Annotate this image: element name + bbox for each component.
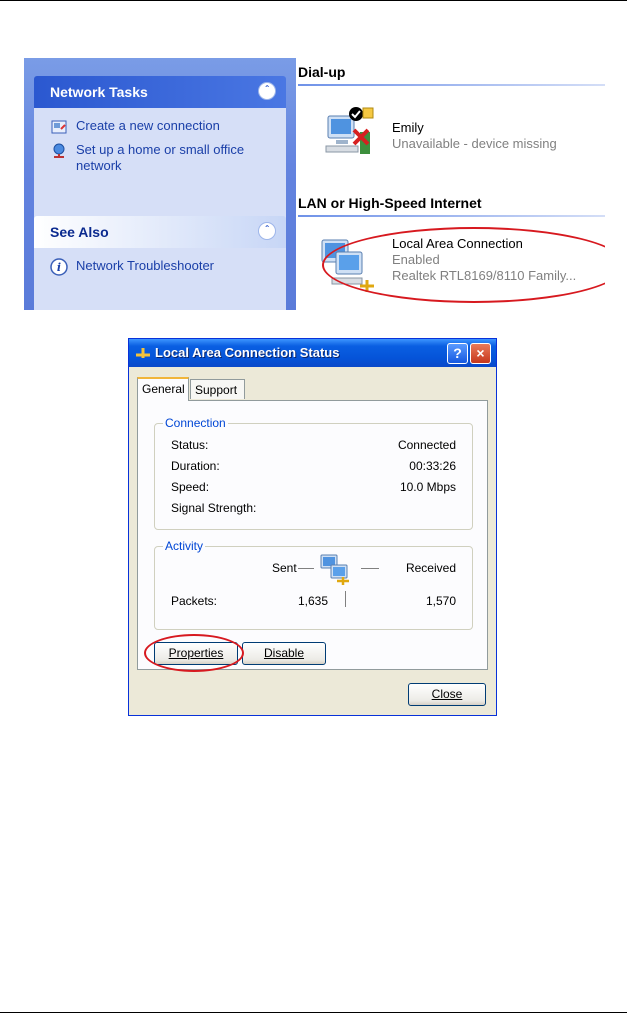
network-tasks-box: Network Tasks ˆ Create a new connection … <box>34 76 286 226</box>
see-also-title: See Also <box>50 224 109 240</box>
packets-label: Packets: <box>171 594 218 608</box>
speed-row: Speed: 10.0 Mbps <box>171 480 456 494</box>
page-top-rule <box>0 0 627 1</box>
collapse-chevron-icon[interactable]: ˆ <box>258 222 276 240</box>
dialog-title: Local Area Connection Status <box>155 345 340 360</box>
dialup-connection-name: Emily <box>392 120 424 135</box>
connection-legend: Connection <box>163 416 228 430</box>
network-tasks-header[interactable]: Network Tasks ˆ <box>34 76 286 108</box>
create-connection-label: Create a new connection <box>76 118 220 133</box>
dialup-connection-emily[interactable]: Emily Unavailable - device missing <box>312 98 605 168</box>
speed-label: Speed: <box>171 480 210 494</box>
properties-highlight-ellipse <box>144 634 244 672</box>
dialup-group-label: Dial-up <box>298 64 346 80</box>
connection-status-dialog: Local Area Connection Status ? × General… <box>128 338 497 716</box>
disable-button[interactable]: Disable <box>242 642 326 665</box>
highlight-ellipse <box>322 227 605 303</box>
see-also-header[interactable]: See Also ˆ <box>34 216 286 248</box>
received-line <box>361 568 379 569</box>
speed-value: 10.0 Mbps <box>399 480 456 494</box>
connections-list: Dial-up Emily Unavailable - device missi… <box>298 58 605 310</box>
group-underline <box>298 84 605 86</box>
help-button[interactable]: ? <box>447 343 468 364</box>
received-label: Received <box>405 561 456 575</box>
duration-row: Duration: 00:33:26 <box>171 459 456 473</box>
network-plug-icon <box>135 345 151 361</box>
new-connection-icon <box>50 118 68 136</box>
sent-label: Sent <box>272 561 297 575</box>
packets-received-value: 1,570 <box>425 594 456 608</box>
sent-line <box>298 568 314 569</box>
network-troubleshooter-link[interactable]: i Network Troubleshooter <box>50 258 274 276</box>
packets-sent-value: 1,635 <box>298 594 329 608</box>
page-bottom-rule <box>0 1012 627 1013</box>
dialup-connection-status: Unavailable - device missing <box>392 136 557 151</box>
activity-computers-icon <box>317 553 353 587</box>
home-network-label: Set up a home or small office network <box>76 142 245 173</box>
network-tasks-body: Create a new connection Set up a home or… <box>34 108 286 226</box>
activity-legend: Activity <box>163 539 206 553</box>
network-tasks-title: Network Tasks <box>50 84 148 100</box>
signal-strength-label: Signal Strength: <box>171 501 257 515</box>
network-connections-panel: Network Tasks ˆ Create a new connection … <box>24 58 605 310</box>
duration-value: 00:33:26 <box>409 459 456 473</box>
close-button[interactable]: Close <box>408 683 486 706</box>
see-also-body: i Network Troubleshooter <box>34 248 286 310</box>
tab-general[interactable]: General <box>137 377 189 401</box>
close-window-button[interactable]: × <box>470 343 491 364</box>
see-also-box: See Also ˆ i Network Troubleshooter <box>34 216 286 310</box>
home-network-link[interactable]: Set up a home or small office network <box>50 142 274 174</box>
svg-text:i: i <box>57 261 61 274</box>
task-pane: Network Tasks ˆ Create a new connection … <box>24 58 296 310</box>
tab-support[interactable]: Support <box>190 379 245 399</box>
packets-divider <box>345 591 346 607</box>
dialog-titlebar[interactable]: Local Area Connection Status ? × <box>129 339 496 367</box>
home-network-icon <box>50 142 68 160</box>
status-value: Connected <box>397 438 456 452</box>
activity-groupbox: Activity Sent Received Packets: 1,635 1,… <box>154 539 473 630</box>
status-row: Status: Connected <box>171 438 456 452</box>
create-connection-link[interactable]: Create a new connection <box>50 118 274 136</box>
group-underline <box>298 215 605 217</box>
lan-group-header: LAN or High-Speed Internet <box>298 195 605 217</box>
info-icon: i <box>50 258 68 276</box>
tab-sheet-general: Connection Status: Connected Duration: 0… <box>137 400 488 672</box>
dialup-connection-icon <box>316 102 380 166</box>
connection-groupbox: Connection Status: Connected Duration: 0… <box>154 416 473 530</box>
status-label: Status: <box>171 438 209 452</box>
duration-label: Duration: <box>171 459 220 473</box>
dialup-group-header: Dial-up <box>298 64 605 86</box>
lan-group-label: LAN or High-Speed Internet <box>298 195 482 211</box>
network-troubleshooter-label: Network Troubleshooter <box>76 258 215 273</box>
disable-button-label: Disable <box>263 646 305 660</box>
close-button-label: Close <box>431 687 463 701</box>
signal-strength-row: Signal Strength: <box>171 501 456 515</box>
collapse-chevron-icon[interactable]: ˆ <box>258 82 276 100</box>
